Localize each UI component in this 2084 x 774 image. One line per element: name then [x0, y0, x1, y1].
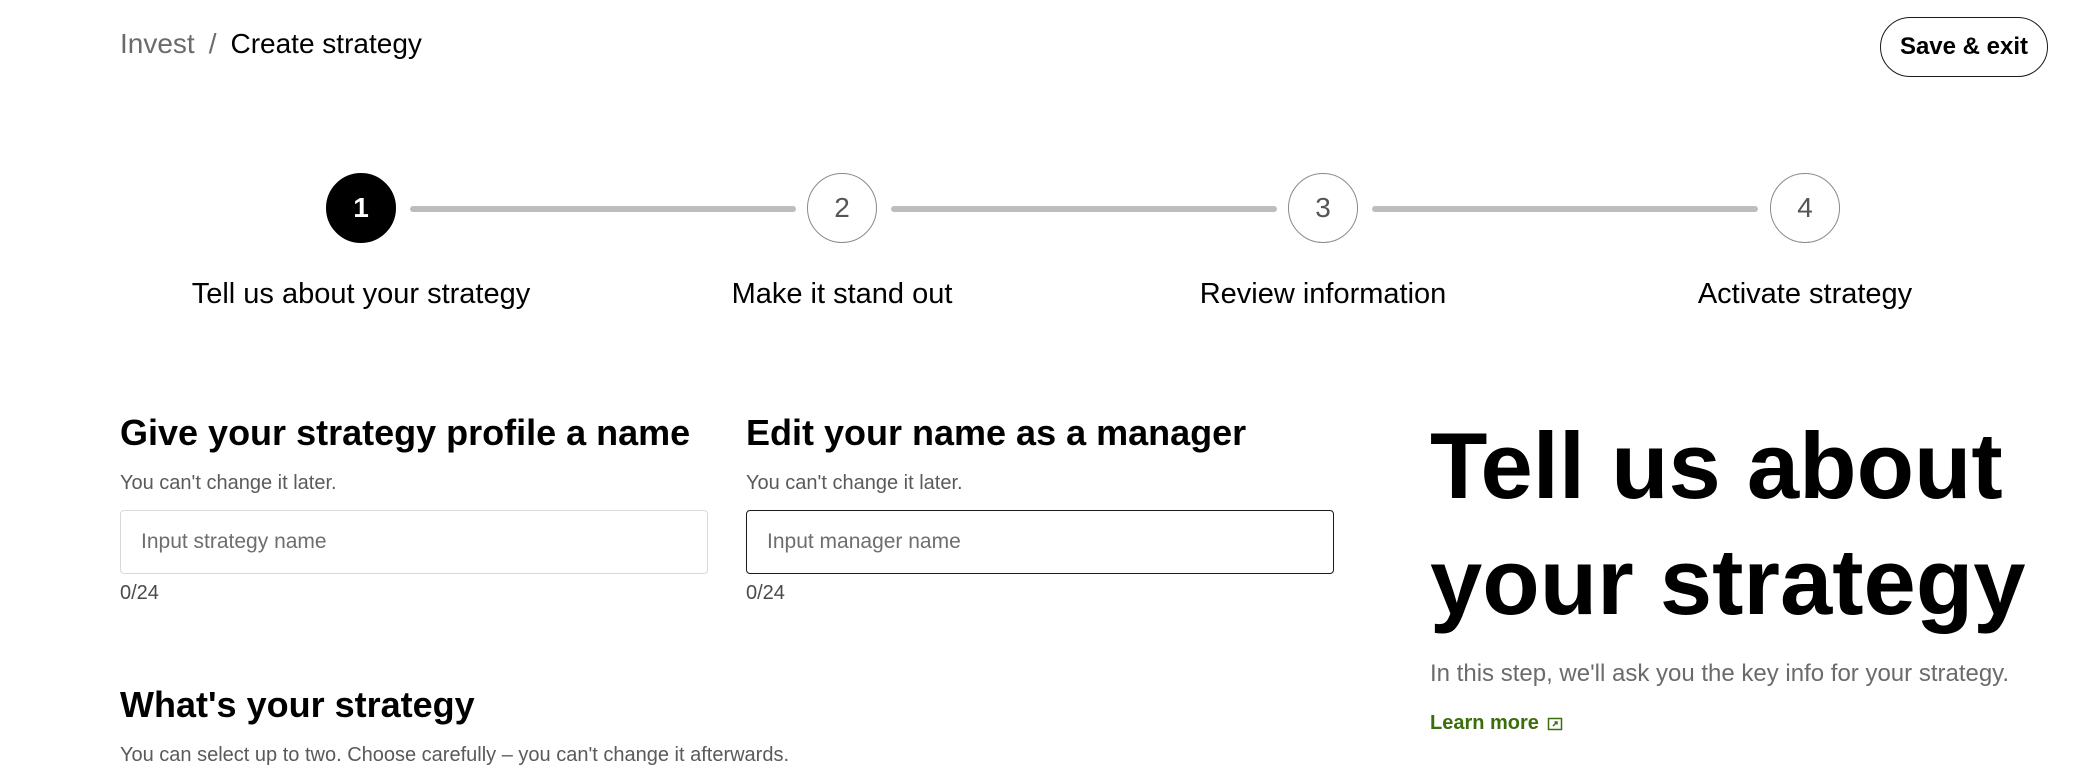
- strategy-name-input[interactable]: [120, 510, 708, 574]
- step-connector-3: [1372, 206, 1758, 212]
- step-3-label: Review information: [1199, 278, 1447, 310]
- learn-more-label: Learn more: [1430, 712, 1539, 734]
- breadcrumb-invest-link[interactable]: Invest: [120, 28, 195, 60]
- step-4-label: Activate strategy: [1697, 278, 1913, 310]
- strategy-type-title: What's your strategy: [120, 684, 475, 725]
- strategy-name-title: Give your strategy profile a name: [120, 412, 691, 453]
- step-1-label: Tell us about your strategy: [191, 278, 531, 310]
- learn-more-link[interactable]: Learn more: [1430, 712, 1563, 735]
- step-description: In this step, we'll ask you the key info…: [1430, 660, 2010, 687]
- step-4-indicator: 4: [1770, 173, 1840, 243]
- step-connector-1: [410, 206, 796, 212]
- manager-name-title: Edit your name as a manager: [746, 412, 1247, 453]
- breadcrumb-separator: /: [208, 28, 217, 59]
- step-connector-2: [891, 206, 1277, 212]
- manager-name-input[interactable]: [746, 510, 1334, 574]
- step-1-indicator: 1: [326, 173, 396, 243]
- manager-name-hint: You can't change it later.: [746, 472, 963, 494]
- save-exit-button[interactable]: Save & exit: [1880, 17, 2048, 77]
- page-title: Create strategy: [230, 28, 422, 59]
- strategy-type-hint: You can select up to two. Choose careful…: [120, 744, 790, 766]
- manager-name-counter: 0/24: [746, 582, 785, 604]
- strategy-name-hint: You can't change it later.: [120, 472, 337, 494]
- breadcrumb: Invest / Create strategy: [120, 28, 422, 60]
- step-3-indicator: 3: [1288, 173, 1358, 243]
- step-heading: Tell us about your strategy: [1430, 413, 2026, 634]
- step-2-label: Make it stand out: [731, 278, 953, 310]
- step-2-indicator: 2: [807, 173, 877, 243]
- external-link-icon: [1547, 717, 1563, 730]
- strategy-name-counter: 0/24: [120, 582, 159, 604]
